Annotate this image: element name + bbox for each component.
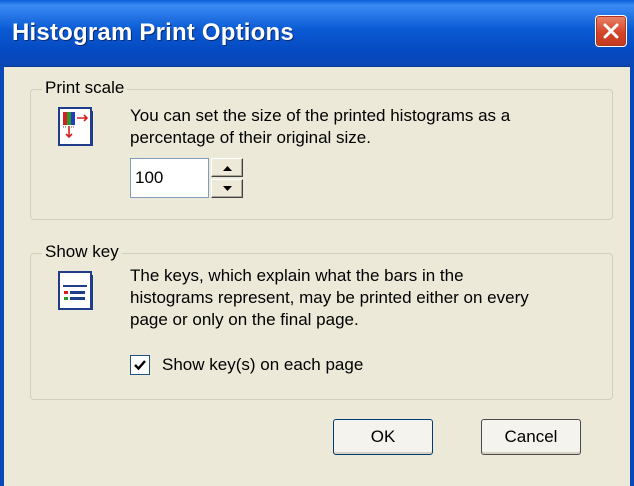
window-border-left xyxy=(0,66,4,486)
scale-percentage-input[interactable] xyxy=(135,167,205,189)
show-key-description-line2: histograms represent, may be printed eit… xyxy=(130,288,529,307)
show-key-description-line1: The keys, which explain what the bars in… xyxy=(130,266,464,285)
dialog-title: Histogram Print Options xyxy=(12,19,294,46)
print-scale-icon xyxy=(58,107,94,147)
print-scale-description-line1: You can set the size of the printed hist… xyxy=(130,106,511,125)
print-scale-description-line2: percentage of their original size. xyxy=(130,128,371,147)
show-key-group-label: Show key xyxy=(42,242,122,262)
scale-increase-button[interactable] xyxy=(211,158,243,177)
scale-percentage-field[interactable] xyxy=(130,158,209,198)
show-key-checkbox[interactable] xyxy=(130,355,150,375)
close-button[interactable] xyxy=(595,15,627,47)
show-key-description-line3: page or only on the final page. xyxy=(130,310,359,329)
window-border-right xyxy=(630,66,634,486)
show-key-checkbox-label[interactable]: Show key(s) on each page xyxy=(162,354,363,376)
key-legend-icon xyxy=(58,271,94,311)
checkmark-icon xyxy=(134,360,146,371)
spin-down-icon xyxy=(223,186,232,191)
spin-up-icon xyxy=(223,166,232,171)
dialog-window: Histogram Print Options Print scale You … xyxy=(0,0,634,486)
close-icon xyxy=(603,23,619,39)
cancel-button[interactable]: Cancel xyxy=(481,419,581,455)
ok-button[interactable]: OK xyxy=(333,419,433,455)
print-scale-group-label: Print scale xyxy=(42,78,128,98)
title-bar[interactable]: Histogram Print Options xyxy=(0,0,634,67)
scale-decrease-button[interactable] xyxy=(211,179,243,198)
